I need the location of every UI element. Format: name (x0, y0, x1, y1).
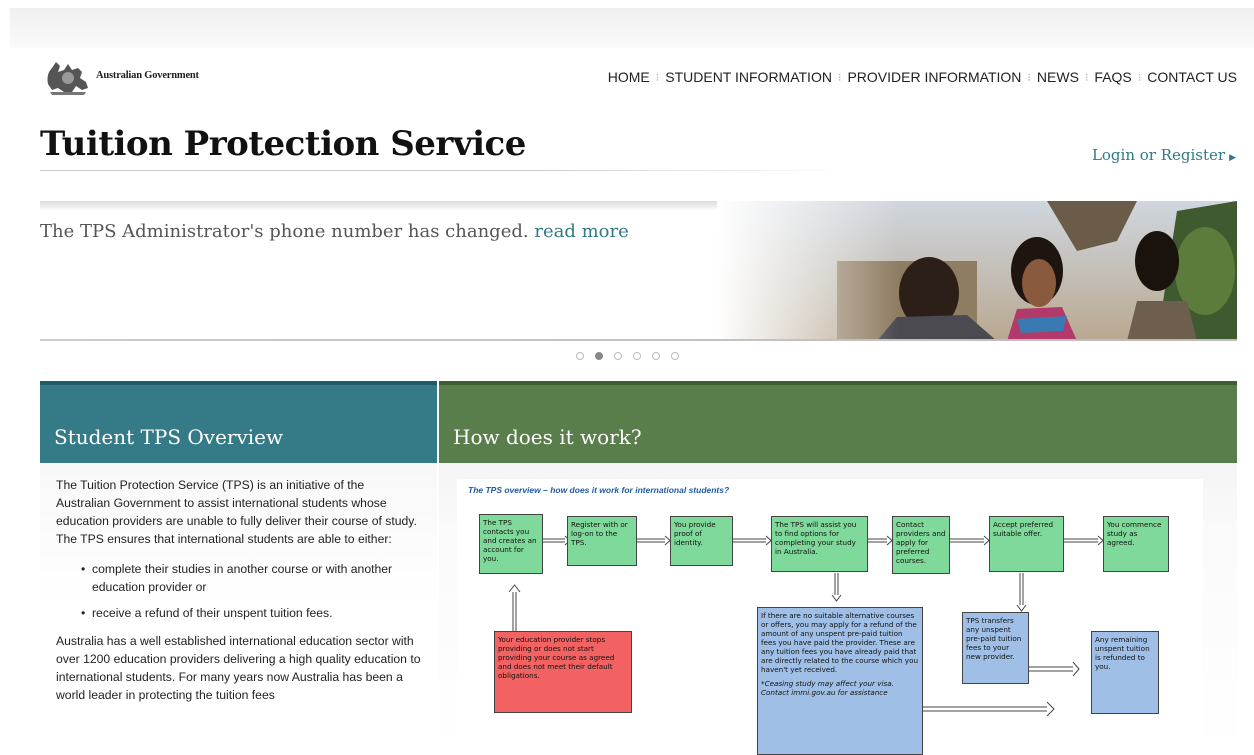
nav-home[interactable]: HOME (608, 69, 650, 85)
slider-dot-active[interactable] (595, 352, 603, 360)
banner-message-text: The TPS Administrator's phone number has… (40, 221, 529, 242)
title-divider (40, 170, 850, 171)
step-box: Contact providers and apply for preferre… (892, 516, 950, 574)
nav-separator: ⁝ (1027, 72, 1031, 84)
nav-news[interactable]: NEWS (1037, 69, 1079, 85)
nav-separator: ⁝ (837, 72, 842, 84)
step-box: The TPS will assist you to find options … (771, 516, 868, 572)
step-box: You commence study as agreed. (1103, 516, 1169, 572)
nav-separator: ⁝ (1137, 72, 1142, 84)
login-register-link[interactable]: Login or Register ▶ (1092, 146, 1236, 164)
slider-dots (576, 352, 679, 360)
nav-faqs[interactable]: FAQS (1094, 69, 1131, 85)
transfer-box: TPS transfers any unspent pre-paid tuiti… (962, 612, 1029, 684)
slider-dot[interactable] (614, 352, 622, 360)
refund-application-text: If there are no suitable alternative cou… (761, 611, 919, 674)
tps-flow-diagram: The TPS overview – how does it work for … (457, 479, 1203, 755)
triangle-right-icon: ▶ (1229, 153, 1236, 163)
slider-dot[interactable] (633, 352, 641, 360)
nav-contact-us[interactable]: CONTACT US (1147, 69, 1237, 85)
students-photo (717, 201, 1237, 341)
nav-separator: ⁝ (655, 72, 660, 84)
student-overview-header: Student TPS Overview (40, 381, 437, 463)
how-it-works-heading: How does it work? (453, 425, 642, 449)
how-it-works-header: How does it work? (439, 381, 1237, 463)
overview-bullets: complete their studies in another course… (56, 560, 421, 622)
student-overview-heading: Student TPS Overview (54, 425, 284, 449)
banner-slider: The TPS Administrator's phone number has… (40, 201, 1237, 341)
overview-bullet: receive a refund of their unspent tuitio… (81, 604, 421, 622)
diagram-title: The TPS overview – how does it work for … (468, 485, 730, 495)
refund-application-box: If there are no suitable alternative cou… (757, 607, 923, 755)
student-overview-body: The Tuition Protection Service (TPS) is … (40, 463, 437, 704)
refund-box: Any remaining unspent tuition is refunde… (1091, 631, 1159, 714)
student-overview-panel: Student TPS Overview The Tuition Protect… (40, 381, 437, 755)
nav-separator: ⁝ (1084, 72, 1089, 84)
trigger-box: Your education provider stops providing … (494, 631, 632, 713)
step-box: You provide proof of identity. (670, 516, 733, 566)
step-box: Register with or log-on to the TPS. (567, 516, 637, 566)
site-title: Tuition Protection Service (40, 124, 526, 164)
how-it-works-panel: How does it work? The TPS overview – how… (439, 381, 1237, 755)
step-box: The TPS contacts you and creates an acco… (479, 514, 543, 574)
slider-dot[interactable] (576, 352, 584, 360)
overview-intro: The Tuition Protection Service (TPS) is … (56, 478, 417, 546)
top-band (10, 8, 1254, 48)
slider-dot[interactable] (652, 352, 660, 360)
banner-message: The TPS Administrator's phone number has… (40, 221, 629, 242)
overview-bullet: complete their studies in another course… (81, 560, 421, 596)
banner-bottom-rule (40, 339, 1237, 341)
visa-note: *Ceasing study may affect your visa. Con… (761, 679, 894, 697)
nav-student-information[interactable]: STUDENT INFORMATION (665, 69, 832, 85)
australian-government-logo[interactable]: Australian Government (42, 54, 242, 98)
nav-provider-information[interactable]: PROVIDER INFORMATION (847, 69, 1021, 85)
slider-dot[interactable] (671, 352, 679, 360)
logo-text: Australian Government (96, 70, 199, 81)
step-box: Accept preferred suitable offer. (989, 516, 1064, 572)
overview-paragraph: Australia has a well established interna… (56, 634, 421, 702)
login-label: Login or Register (1091, 146, 1226, 164)
main-nav: HOME ⁝ STUDENT INFORMATION ⁝ PROVIDER INFORM… (608, 69, 1237, 85)
read-more-link[interactable]: read more (534, 221, 628, 242)
coat-of-arms-icon (47, 62, 88, 95)
